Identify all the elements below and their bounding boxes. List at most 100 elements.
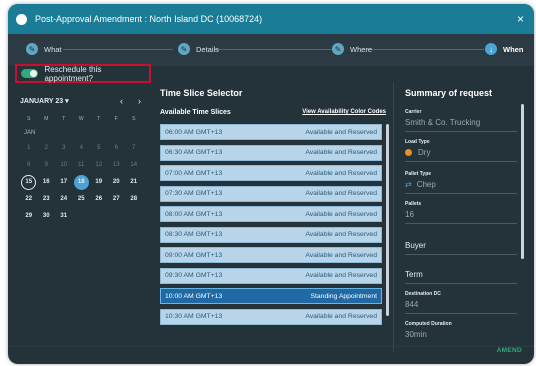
time-slice[interactable]: 06:00 AM GMT+13 Available and Reserved (160, 124, 382, 140)
field-value: Buyer (405, 241, 426, 250)
time-slice[interactable]: 08:30 AM GMT+13 Available and Reserved (160, 226, 382, 243)
pallet-type-field: Pallet Type ⇄ Chep (405, 171, 517, 194)
calendar-day: 4 (79, 145, 83, 151)
weekday-label: M (44, 116, 49, 122)
calendar-day: 7 (132, 145, 136, 151)
calendar-day[interactable]: 16 (38, 174, 56, 191)
calendar-day[interactable]: 31 (55, 208, 73, 225)
time-slice[interactable]: 09:30 AM GMT+13 Available and Reserved (160, 267, 382, 284)
pencil-icon: ✎ (332, 43, 344, 55)
step-where[interactable]: ✎ Where (332, 43, 372, 55)
prev-month-icon[interactable]: ‹ (120, 96, 123, 106)
calendar-day[interactable]: 17 (55, 174, 73, 191)
calendar-empty-cell (108, 208, 126, 225)
reschedule-toggle-row[interactable]: Reschedule this appointment? (15, 64, 151, 83)
time-slice[interactable]: 07:30 AM GMT+13 Available and Reserved (160, 185, 382, 202)
request-summary: Summary of request Carrier Smith & Co. T… (403, 84, 527, 344)
color-codes-link[interactable]: View Availability Color Codes (302, 109, 386, 115)
summary-scrollbar[interactable] (521, 104, 524, 259)
calendar-day: 6 (114, 145, 118, 151)
step-label: Details (196, 44, 219, 54)
step-details[interactable]: ✎ Details (178, 43, 219, 55)
field-rule (405, 193, 517, 194)
dialog-title: Post-Approval Amendment : North Island D… (35, 14, 263, 24)
calendar-day[interactable]: 28 (125, 191, 143, 208)
buyer-field: Buyer (405, 241, 517, 255)
step-when[interactable]: ↓ When (485, 43, 523, 55)
reschedule-toggle[interactable] (21, 69, 39, 78)
calendar-day[interactable]: 23 (38, 191, 56, 208)
time-slice[interactable]: 09:00 AM GMT+13 Available and Reserved (160, 247, 382, 263)
divider (393, 82, 394, 352)
pencil-icon: ✎ (178, 43, 190, 55)
weekday-label: F (114, 116, 118, 122)
month-name: JAN (24, 130, 36, 136)
calendar-day: 10 (60, 162, 68, 168)
amendment-dialog: Post-Approval Amendment : North Island D… (8, 4, 534, 364)
calendar-day[interactable]: 27 (108, 191, 126, 208)
arrow-down-icon: ↓ (485, 43, 497, 55)
time-slice[interactable]: 08:00 AM GMT+13 Available and Reserved (160, 206, 382, 222)
date-picker: JANUARY 23 ▾ ‹ › SMTWTFS JAN 1 2 3 4 5 6 7 8 9 10… (20, 94, 150, 225)
time-slice-selected[interactable]: 10:00 AM GMT+13 Standing Appointment (160, 288, 382, 304)
calendar-day[interactable]: 24 (55, 191, 73, 208)
calendar-day: 8 (27, 162, 31, 168)
slice-status: Available and Reserved (305, 272, 377, 279)
load-type-field: Load Type Dry (405, 139, 517, 162)
slice-status: Available and Reserved (305, 169, 377, 177)
calendar-day[interactable]: 25 (73, 191, 91, 208)
calendar-day[interactable]: 21 (125, 174, 143, 191)
weekday-label: S (27, 116, 31, 122)
time-slice[interactable]: 06:30 AM GMT+13 Available and Reserved (160, 144, 382, 161)
step-label: Where (350, 44, 373, 54)
field-rule (405, 161, 517, 162)
slice-time: 09:00 AM GMT+13 (165, 251, 223, 259)
field-label: Computed Duration (405, 321, 452, 327)
time-slice[interactable]: 10:30 AM GMT+13 Available and Reserved (160, 308, 382, 325)
step-connector (63, 49, 173, 50)
field-value: Dry (418, 148, 431, 157)
slice-time: 07:30 AM GMT+13 (165, 190, 223, 197)
calendar-day[interactable]: 29 (20, 208, 38, 225)
slice-status: Available and Reserved (305, 231, 377, 238)
carrier-field: Carrier Smith & Co. Trucking (405, 109, 517, 132)
month-selector[interactable]: JANUARY 23 ▾ (20, 97, 69, 105)
field-label: Load Type (405, 139, 430, 145)
field-label: Destination DC (405, 291, 441, 297)
calendar-day[interactable]: 15 (21, 175, 37, 190)
field-rule (405, 223, 517, 224)
slice-scrollbar[interactable] (386, 124, 389, 316)
slice-time: 10:30 AM GMT+13 (165, 313, 223, 320)
field-rule (405, 313, 517, 314)
calendar-day: 9 (44, 162, 48, 168)
calendar-empty-cell (90, 208, 108, 225)
calendar-grid: 1 2 3 4 5 6 7 8 9 10 11 12 13 14 15 16 17 18 19 20 21 22 23 24 2… (20, 140, 150, 225)
amend-button[interactable]: AMEND (497, 347, 522, 354)
calendar-day[interactable]: 20 (108, 174, 126, 191)
calendar-day-selected[interactable]: 18 (73, 175, 89, 190)
calendar-day[interactable]: 26 (90, 191, 108, 208)
calendar-header: JANUARY 23 ▾ ‹ › (20, 94, 150, 108)
slice-time: 10:00 AM GMT+13 (165, 292, 223, 300)
next-month-icon[interactable]: › (138, 96, 141, 106)
calendar-day[interactable]: 22 (20, 191, 38, 208)
calendar-week: 15 16 17 18 19 20 21 (20, 174, 150, 191)
step-connector (214, 49, 332, 50)
step-what[interactable]: ✎ What (26, 43, 62, 55)
field-rule (405, 131, 517, 132)
calendar-week: 29 30 31 (20, 208, 150, 225)
calendar-day: 1 (27, 145, 31, 151)
field-value: 16 (405, 210, 414, 219)
close-icon[interactable]: × (517, 12, 524, 26)
weekday-label: T (97, 116, 101, 122)
field-value: Chep (416, 180, 436, 189)
calendar-day[interactable]: 19 (90, 174, 108, 191)
time-slice[interactable]: 07:00 AM GMT+13 Available and Reserved (160, 165, 382, 181)
status-dot-icon (16, 13, 27, 25)
calendar-day: 3 (62, 145, 66, 151)
slice-status: Available and Reserved (305, 149, 377, 156)
calendar-day[interactable]: 30 (38, 208, 56, 225)
weekday-label: S (132, 116, 136, 122)
time-slice-selector: Time Slice Selector Available Time Slice… (158, 84, 392, 364)
field-label: Pallet Type (405, 171, 432, 177)
